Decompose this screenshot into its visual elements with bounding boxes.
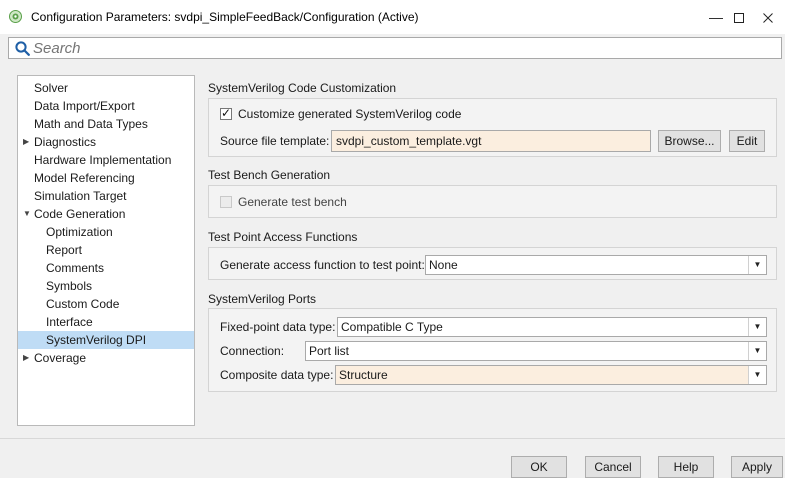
dropdown-arrow-icon[interactable]: ▼	[748, 342, 766, 360]
tree-item-report[interactable]: Report	[18, 241, 194, 259]
section-title-ports: SystemVerilog Ports	[208, 292, 317, 306]
tree-item-hardware-implementation[interactable]: Hardware Implementation	[18, 151, 194, 169]
collapse-arrow-icon[interactable]: ▼	[23, 205, 31, 223]
fixed-point-select[interactable]: Compatible C Type ▼	[337, 317, 767, 337]
section-title-code-customization: SystemVerilog Code Customization	[208, 81, 397, 95]
access-function-select[interactable]: None ▼	[425, 255, 767, 275]
access-function-label: Generate access function to test point:	[220, 258, 425, 272]
group-test-point: Generate access function to test point: …	[208, 247, 777, 280]
expand-arrow-icon[interactable]: ▶	[23, 133, 29, 151]
section-title-test-point: Test Point Access Functions	[208, 230, 358, 244]
search-box[interactable]	[8, 37, 782, 59]
connection-value: Port list	[309, 344, 350, 358]
generate-test-bench-checkbox[interactable]	[220, 196, 232, 208]
simulink-app-icon	[9, 10, 22, 23]
check-mark-icon: ✓	[221, 106, 232, 120]
tree-item-coverage[interactable]: ▶ Coverage	[18, 349, 194, 367]
dropdown-arrow-icon[interactable]: ▼	[748, 256, 766, 274]
dialog-footer: OK Cancel Help Apply	[0, 438, 785, 478]
edit-button[interactable]: Edit	[729, 130, 765, 152]
category-tree: Solver Data Import/Export Math and Data …	[17, 75, 195, 426]
tree-item-code-generation[interactable]: ▼ Code Generation	[18, 205, 194, 223]
group-test-bench: Generate test bench	[208, 185, 777, 218]
fixed-point-label: Fixed-point data type:	[220, 320, 336, 334]
connection-label: Connection:	[220, 344, 285, 358]
tree-item-systemverilog-dpi[interactable]: SystemVerilog DPI	[18, 331, 194, 349]
dropdown-arrow-icon[interactable]: ▼	[748, 318, 766, 336]
search-input[interactable]	[33, 39, 633, 57]
tree-item-interface[interactable]: Interface	[18, 313, 194, 331]
access-function-value: None	[429, 258, 458, 272]
search-icon	[15, 41, 30, 56]
source-template-label: Source file template:	[220, 134, 330, 148]
close-button[interactable]	[750, 0, 785, 34]
tree-item-custom-code[interactable]: Custom Code	[18, 295, 194, 313]
tree-item-comments[interactable]: Comments	[18, 259, 194, 277]
source-template-field[interactable]: svdpi_custom_template.vgt	[331, 130, 651, 152]
window-title: Configuration Parameters: svdpi_SimpleFe…	[31, 10, 419, 24]
tree-item-math-and-data-types[interactable]: Math and Data Types	[18, 115, 194, 133]
tree-item-diagnostics[interactable]: ▶ Diagnostics	[18, 133, 194, 151]
expand-arrow-icon[interactable]: ▶	[23, 349, 29, 367]
close-icon	[762, 13, 773, 24]
customize-code-checkbox[interactable]: ✓	[220, 106, 232, 120]
composite-type-select[interactable]: Structure ▼	[335, 365, 767, 385]
customize-code-label: Customize generated SystemVerilog code	[238, 107, 462, 121]
tree-item-data-import-export[interactable]: Data Import/Export	[18, 97, 194, 115]
composite-type-label: Composite data type:	[220, 368, 334, 382]
dropdown-arrow-icon[interactable]: ▼	[748, 366, 766, 384]
connection-select[interactable]: Port list ▼	[305, 341, 767, 361]
fixed-point-value: Compatible C Type	[341, 320, 443, 334]
search-row	[0, 34, 785, 64]
group-code-customization: ✓ Customize generated SystemVerilog code…	[208, 98, 777, 157]
tree-item-solver[interactable]: Solver	[18, 79, 194, 97]
title-bar: Configuration Parameters: svdpi_SimpleFe…	[0, 0, 785, 34]
browse-button[interactable]: Browse...	[658, 130, 721, 152]
tree-item-model-referencing[interactable]: Model Referencing	[18, 169, 194, 187]
composite-type-value: Structure	[339, 368, 388, 382]
section-title-test-bench: Test Bench Generation	[208, 168, 331, 182]
generate-test-bench-label: Generate test bench	[238, 195, 347, 209]
group-ports: Fixed-point data type: Compatible C Type…	[208, 308, 777, 392]
tree-item-simulation-target[interactable]: Simulation Target	[18, 187, 194, 205]
tree-item-symbols[interactable]: Symbols	[18, 277, 194, 295]
tree-item-optimization[interactable]: Optimization	[18, 223, 194, 241]
maximize-icon	[734, 13, 744, 24]
